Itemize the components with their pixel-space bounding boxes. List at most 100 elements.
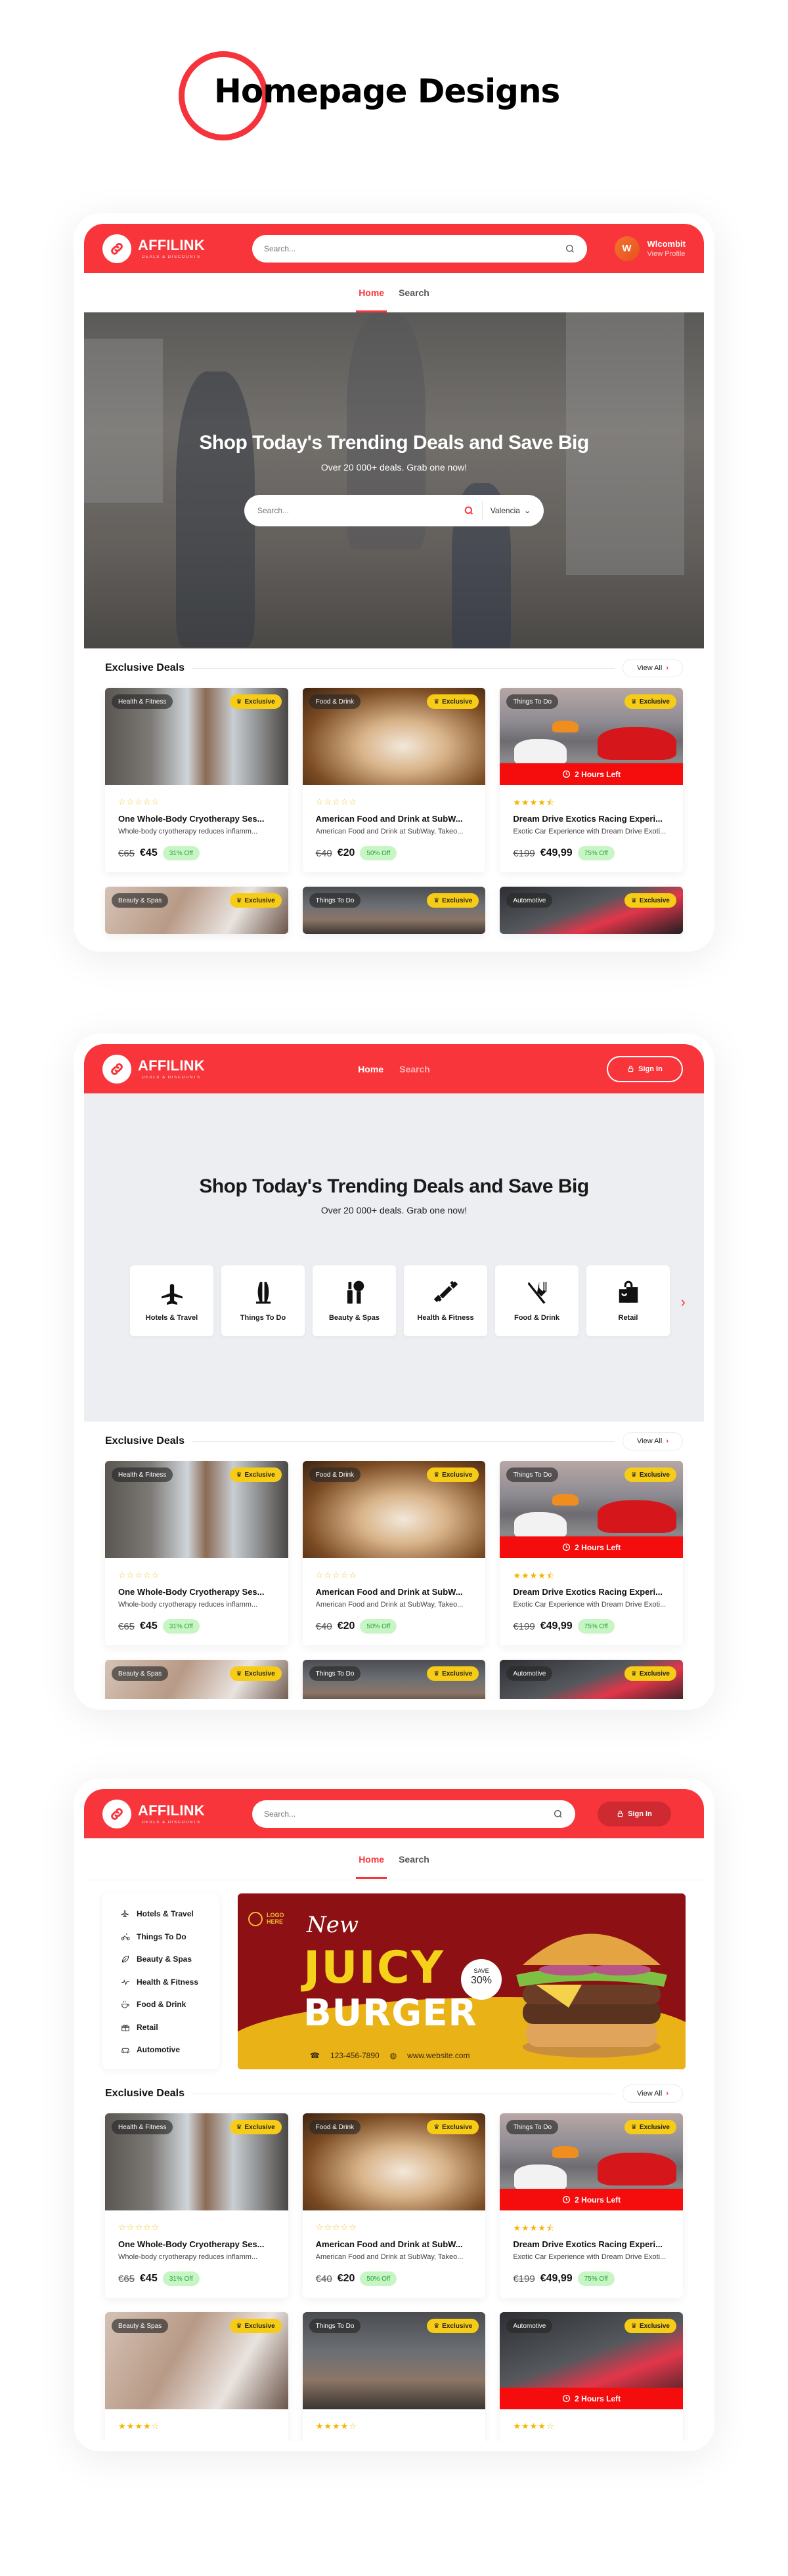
brand-name: AFFILINK	[138, 236, 205, 253]
deal-title[interactable]: One Whole-Body Cryotherapy Ses...	[118, 2239, 275, 2249]
deal-title[interactable]: Dream Drive Exotics Racing Experi...	[513, 814, 670, 824]
deal-image[interactable]: Beauty & Spas ♛ Exclusive	[105, 2312, 288, 2409]
deal-card[interactable]: Things To Do ♛ Exclusive ★★★★☆	[302, 2312, 486, 2441]
deal-image[interactable]: Food & Drink ♛ Exclusive	[302, 2113, 486, 2210]
sidebar-item[interactable]: Hotels & Travel	[121, 1903, 219, 1926]
deal-image[interactable]: Health & Fitness ♛ Exclusive	[105, 2113, 288, 2210]
deal-card[interactable]: Things To Do ♛ Exclusive 2 Hours Left ★★★…	[500, 1461, 683, 1645]
crown-icon: ♛	[630, 1471, 637, 1479]
deal-card[interactable]: Things To Do ♛ Exclusive	[302, 1660, 486, 1699]
hero-search-input[interactable]	[257, 506, 464, 515]
header-search-input[interactable]	[264, 1809, 534, 1819]
deal-title[interactable]: One Whole-Body Cryotherapy Ses...	[118, 814, 275, 824]
deal-image[interactable]: Things To Do ♛ Exclusive 2 Hours Left	[500, 2113, 683, 2210]
deal-image[interactable]: Beauty & Spas ♛ Exclusive	[105, 1660, 288, 1699]
original-price: €199	[513, 1620, 535, 1632]
deal-image[interactable]: Things To Do ♛ Exclusive	[302, 887, 486, 934]
sidebar-item[interactable]: Things To Do	[121, 1926, 219, 1949]
sign-in-button[interactable]: Sign In	[607, 1055, 683, 1082]
category-card[interactable]: Health & Fitness	[404, 1265, 487, 1336]
sidebar-item[interactable]: Food & Drink	[121, 1993, 219, 2016]
sidebar-item[interactable]: Health & Fitness	[121, 1971, 219, 1994]
deal-image[interactable]: Things To Do ♛ Exclusive 2 Hours Left	[500, 1461, 683, 1558]
deal-title[interactable]: One Whole-Body Cryotherapy Ses...	[118, 1587, 275, 1597]
view-all-button[interactable]: View All ›	[623, 2084, 683, 2103]
sidebar-item[interactable]: Automotive	[121, 2038, 219, 2061]
deal-card[interactable]: Things To Do ♛ Exclusive 2 Hours Left ★★★…	[500, 2113, 683, 2298]
tab-search[interactable]: Search	[399, 1854, 429, 1865]
category-card[interactable]: Retail	[586, 1265, 670, 1336]
deal-card[interactable]: Automotive ♛ Exclusive 2 Hours Left ★★★★☆	[500, 2312, 683, 2441]
deal-card[interactable]: Health & Fitness ♛ Exclusive ☆☆☆☆☆ One Wh…	[105, 688, 288, 872]
view-all-button[interactable]: View All ›	[623, 1432, 683, 1450]
deal-title[interactable]: Dream Drive Exotics Racing Experi...	[513, 2239, 670, 2249]
chevron-right-icon[interactable]: ›	[681, 1294, 686, 1311]
sidebar-item[interactable]: Retail	[121, 2016, 219, 2039]
deal-card[interactable]: Food & Drink ♛ Exclusive ☆☆☆☆☆ American F…	[302, 688, 486, 872]
deal-image[interactable]: Automotive ♛ Exclusive	[500, 1660, 683, 1699]
avatar[interactable]: W	[614, 236, 640, 261]
deal-image[interactable]: Automotive ♛ Exclusive	[500, 887, 683, 934]
search-icon[interactable]	[565, 243, 575, 254]
search-icon[interactable]	[553, 1809, 563, 1819]
section-title: Exclusive Deals	[105, 2088, 185, 2099]
countdown-label: 2 Hours Left	[575, 769, 621, 779]
deals-grid-row-2: Beauty & Spas ♛ Exclusive ★★★★☆ Things To…	[105, 2312, 683, 2441]
search-icon[interactable]	[464, 505, 474, 516]
deal-card[interactable]: Food & Drink ♛ Exclusive ☆☆☆☆☆ American F…	[302, 2113, 486, 2298]
user-profile[interactable]: W Wlcombit View Profile	[614, 236, 686, 261]
deal-card[interactable]: Health & Fitness ♛ Exclusive ☆☆☆☆☆ One Wh…	[105, 2113, 288, 2298]
rating-stars: ★★★★☆	[513, 2421, 670, 2433]
deal-title[interactable]: American Food and Drink at SubW...	[316, 1587, 473, 1597]
brand-tagline: DEALS & DISCOUNTS	[142, 255, 201, 259]
star-full-icon: ★	[529, 1571, 538, 1580]
category-card[interactable]: Beauty & Spas	[313, 1265, 396, 1336]
promo-banner[interactable]: LOGO HERE New JUICY BURGER SAVE 30% ☎ 123-4…	[238, 1893, 686, 2069]
deal-card[interactable]: Beauty & Spas ♛ Exclusive ★★★★☆	[105, 2312, 288, 2441]
crown-icon: ♛	[630, 2123, 637, 2131]
deal-image[interactable]: Health & Fitness ♛ Exclusive	[105, 1461, 288, 1558]
hero-search-bar[interactable]: Valencia ⌄	[244, 495, 544, 526]
tab-home[interactable]: Home	[356, 1854, 387, 1879]
header-search[interactable]	[252, 234, 587, 263]
deal-image[interactable]: Beauty & Spas ♛ Exclusive	[105, 887, 288, 934]
view-profile-link[interactable]: View Profile	[647, 250, 686, 258]
deal-title[interactable]: American Food and Drink at SubW...	[316, 814, 473, 824]
deal-image[interactable]: Things To Do ♛ Exclusive 2 Hours Left	[500, 688, 683, 785]
tab-home[interactable]: Home	[356, 287, 387, 312]
sign-in-button[interactable]: Sign In	[598, 1801, 671, 1826]
deal-title[interactable]: Dream Drive Exotics Racing Experi...	[513, 1587, 670, 1597]
deal-card[interactable]: Food & Drink ♛ Exclusive ☆☆☆☆☆ American F…	[302, 1461, 486, 1645]
logo[interactable]: AFFILINK DEALS & DISCOUNTS	[102, 1054, 205, 1084]
deal-image[interactable]: Food & Drink ♛ Exclusive	[302, 1461, 486, 1558]
nav-search[interactable]: Search	[399, 1064, 430, 1074]
deal-card[interactable]: Things To Do ♛ Exclusive	[302, 887, 486, 934]
category-card[interactable]: Hotels & Travel	[130, 1265, 213, 1336]
deal-card[interactable]: Things To Do ♛ Exclusive 2 Hours Left ★★★…	[500, 688, 683, 872]
header-search-input[interactable]	[264, 243, 544, 253]
deal-image[interactable]: Things To Do ♛ Exclusive	[302, 2312, 486, 2409]
deal-card[interactable]: Health & Fitness ♛ Exclusive ☆☆☆☆☆ One Wh…	[105, 1461, 288, 1645]
tab-search[interactable]: Search	[399, 287, 429, 298]
logo[interactable]: AFFILINK DEALS & DISCOUNTS	[102, 234, 205, 263]
deal-card[interactable]: Automotive ♛ Exclusive	[500, 887, 683, 934]
nav-home[interactable]: Home	[358, 1064, 383, 1074]
sidebar-item[interactable]: Beauty & Spas	[121, 1948, 219, 1971]
location-dropdown[interactable]: Valencia ⌄	[491, 506, 531, 515]
category-card[interactable]: Food & Drink	[495, 1265, 579, 1336]
header-search[interactable]	[252, 1800, 575, 1828]
deal-image[interactable]: Things To Do ♛ Exclusive	[302, 1660, 486, 1699]
category-card[interactable]: Things To Do	[221, 1265, 305, 1336]
deal-image[interactable]: Food & Drink ♛ Exclusive	[302, 688, 486, 785]
view-all-button[interactable]: View All ›	[623, 659, 683, 677]
deal-card[interactable]: Beauty & Spas ♛ Exclusive	[105, 1660, 288, 1699]
crown-icon: ♛	[236, 1670, 242, 1678]
banner-contact: ☎ 123-456-7890 ◍ www.website.com	[310, 2051, 470, 2060]
deal-card[interactable]: Automotive ♛ Exclusive	[500, 1660, 683, 1699]
logo[interactable]: AFFILINK DEALS & DISCOUNTS	[102, 1799, 205, 1828]
deal-image[interactable]: Health & Fitness ♛ Exclusive	[105, 688, 288, 785]
deal-title[interactable]: American Food and Drink at SubW...	[316, 2239, 473, 2249]
deal-card[interactable]: Beauty & Spas ♛ Exclusive	[105, 887, 288, 934]
star-full-icon: ★	[538, 2421, 546, 2431]
deal-image[interactable]: Automotive ♛ Exclusive 2 Hours Left	[500, 2312, 683, 2409]
